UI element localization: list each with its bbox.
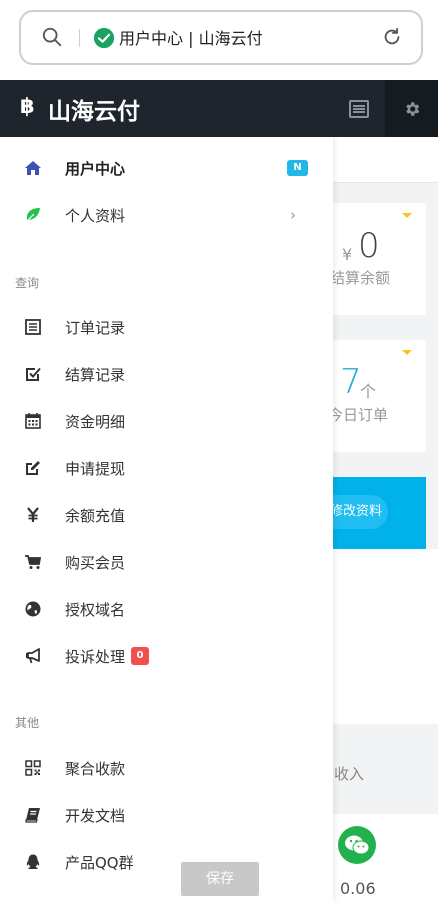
sidebar-item-label: 聚合收款 [65,759,126,778]
wechat-amount: 0.06 [340,879,376,898]
sidebar-item-fund-details[interactable]: 资金明细 [0,398,333,444]
orders-label: 今日订单 [328,406,389,424]
caret-down-icon[interactable] [402,350,412,355]
gear-icon [405,101,419,116]
sidebar-item-aggregate-payment[interactable]: 聚合收款 [0,745,333,791]
qrcode-icon [25,760,41,776]
qq-icon [26,854,40,869]
list-icon [25,319,41,335]
currency-symbol: ¥ [342,245,353,264]
sidebar-item-label: 用户中心 [65,159,126,178]
sidebar-item-user-center[interactable]: 用户中心 N [0,145,333,191]
sidebar-item-qq-group[interactable]: 产品QQ群 [0,839,333,885]
reload-icon[interactable] [381,26,403,48]
edit-icon [26,461,40,475]
sidebar-item-label: 投诉处理 [65,647,126,666]
caret-down-icon[interactable] [402,213,412,218]
new-badge: N [287,160,308,176]
sidebar-item-settlements[interactable]: 结算记录 [0,351,333,397]
sidebar-item-label: 购买会员 [65,553,126,572]
bitcoin-icon: ฿ [20,94,35,118]
sidebar-item-label: 结算记录 [65,365,126,384]
sidebar-item-complaints[interactable]: 投诉处理 0 [0,633,333,679]
brand-name[interactable]: 山海云付 [48,92,140,126]
orders-unit: 个 [360,382,377,401]
yen-icon [27,507,39,522]
sidebar-item-withdraw[interactable]: 申请提现 [0,445,333,491]
sidebar-item-profile[interactable]: 个人资料 › [0,192,333,238]
url-text[interactable]: 用户中心 | 山海云付 [119,25,263,49]
leaf-icon [25,208,40,223]
sidebar-item-label: 资金明细 [65,412,126,431]
section-title-query: 查询 [15,276,40,290]
chevron-right-icon: › [290,206,296,224]
sidebar-item-orders[interactable]: 订单记录 [0,304,333,350]
home-icon [25,161,41,175]
check-square-icon [26,367,41,381]
sidebar-item-recharge[interactable]: 余额充值 [0,492,333,538]
shield-check-icon [93,27,115,49]
sidebar-item-dev-docs[interactable]: 开发文档 [0,792,333,838]
globe-icon [25,601,41,617]
wechat-icon [338,826,376,864]
cart-icon [25,555,42,569]
app-header: ฿ 山海云付 [0,80,438,137]
sidebar-item-label: 授权域名 [65,600,126,619]
sidebar-item-label: 产品QQ群 [65,853,134,872]
settings-button[interactable] [385,80,438,137]
menu-toggle-button[interactable] [333,80,385,137]
sidebar-item-membership[interactable]: 购买会员 [0,539,333,585]
complaints-count-badge: 0 [131,647,149,665]
sidebar-item-label: 申请提现 [65,459,126,478]
sidebar-drawer: 用户中心 N 个人资料 › 查询 订单记录 结算记录 资金明细 申请提现 余额充… [0,137,333,902]
sidebar-item-label: 开发文档 [65,806,126,825]
book-icon [25,808,40,823]
browser-toolbar: 用户中心 | 山海云付 [0,0,438,80]
orders-value: 7 [340,362,362,402]
section-title-other: 其他 [15,716,40,730]
list-menu-icon [349,99,369,118]
income-label: 收入 [334,765,365,783]
balance-label: 结算余额 [330,269,391,287]
calendar-icon [25,413,41,429]
balance-value: 0 [358,226,380,266]
bullhorn-icon [26,648,40,664]
address-bar[interactable]: 用户中心 | 山海云付 [19,10,423,65]
sidebar-item-label: 余额充值 [65,506,126,525]
search-icon[interactable] [41,26,63,48]
address-divider [79,29,80,47]
sidebar-item-domains[interactable]: 授权域名 [0,586,333,632]
sidebar-item-label: 个人资料 [65,206,126,225]
sidebar-item-label: 订单记录 [65,318,126,337]
save-button[interactable]: 保存 [181,862,259,896]
